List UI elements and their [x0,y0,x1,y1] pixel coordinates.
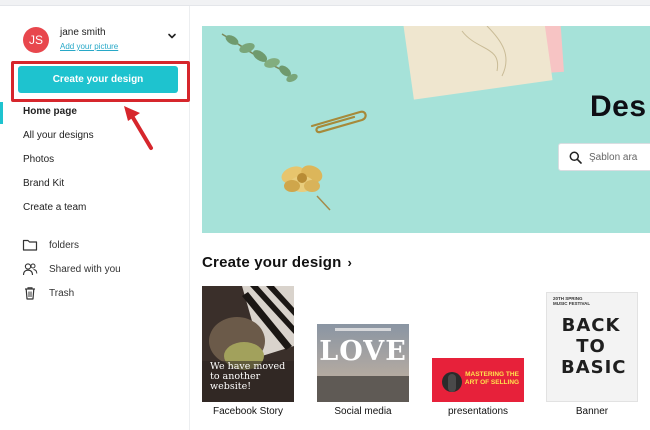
search-icon [569,151,582,164]
trash-item[interactable]: Trash [22,285,74,301]
presentations-text-line1: MASTERING THE [465,371,519,378]
template-card-social-media[interactable]: LOVE [317,324,409,402]
active-nav-marker [0,102,3,124]
hero-banner: Des [202,26,650,233]
presentations-card-text: MASTERING THE ART OF SELLING [462,371,522,387]
trash-label: Trash [49,287,75,299]
banner-small-line2: MUSIC FESTIVAL [553,301,591,306]
sidebar: JS jane smith Add your picture Create yo… [0,6,190,430]
banner-small-text: 20TH SPRING MUSIC FESTIVAL [553,296,590,306]
card-label-banner[interactable]: Banner [546,406,638,417]
hero-title: Des [590,90,647,123]
avatar[interactable]: JS [23,27,49,53]
banner-card-text: BACK TO BASIC [561,315,627,378]
add-picture-link[interactable]: Add your picture [60,42,118,51]
shared-with-you-label: Shared with you [49,263,121,275]
card-label-presentations[interactable]: presentations [432,406,524,417]
trash-icon [25,287,35,300]
template-card-facebook-story[interactable]: We have moved to another website! [202,286,294,402]
template-card-presentations[interactable]: MASTERING THE ART OF SELLING [432,358,524,402]
folder-icon [22,239,38,251]
annotation-arrow-icon [124,106,153,150]
chevron-right-icon: › [347,255,353,270]
shared-with-you-item[interactable]: Shared with you [22,261,121,277]
shared-users-icon [22,263,38,276]
card-label-facebook-story[interactable]: Facebook Story [202,406,294,417]
template-card-banner[interactable]: 20TH SPRING MUSIC FESTIVAL BACK TO BASIC [546,292,638,402]
folders-item[interactable]: folders [22,237,79,253]
nav-photos[interactable]: Photos [23,154,54,165]
card-label-social-media[interactable]: Social media [317,406,409,417]
section-title-text: Create your design [202,254,342,271]
social-media-card-text: LOVE [319,336,407,367]
presentations-text-line2: ART OF SELLING [464,379,520,386]
template-search-box[interactable] [558,143,650,171]
create-design-section-title[interactable]: Create your design › [202,254,352,271]
search-input[interactable] [589,150,650,165]
facebook-story-card-text: We have moved to another website! [210,361,286,392]
hero-artwork [221,26,564,211]
nav-create-team[interactable]: Create a team [23,202,86,213]
nav-home-page[interactable]: Home page [23,106,77,117]
nav-all-designs[interactable]: All your designs [23,130,94,141]
user-name: jane smith [60,27,106,38]
chevron-down-icon[interactable] [166,30,178,42]
folders-label: folders [49,239,80,251]
nav-brand-kit[interactable]: Brand Kit [23,178,64,189]
create-design-button[interactable]: Create your design [18,66,178,93]
